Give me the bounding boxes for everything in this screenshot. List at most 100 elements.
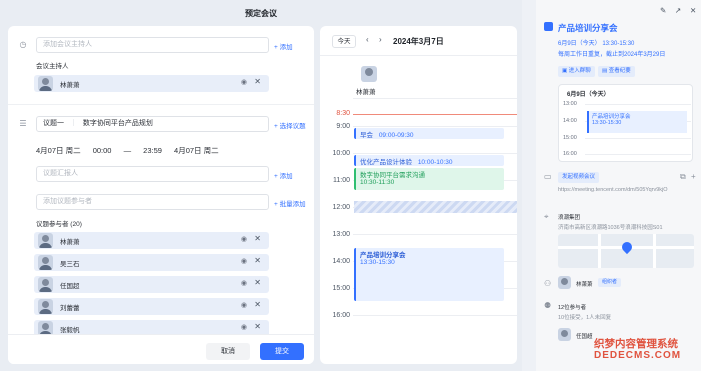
video-icon: ▭: [544, 172, 552, 181]
participant-name: 刘蕾蕾: [60, 305, 80, 312]
hour-label: 12:00: [332, 204, 350, 211]
topic-tag: 议题一: [43, 120, 64, 127]
close-icon[interactable]: ✕: [690, 6, 696, 15]
form-footer: 取消 提交: [8, 334, 314, 364]
remove-icon[interactable]: ✕: [254, 300, 261, 309]
add-host-label: 添加: [279, 44, 293, 51]
organizer-tag: 组织者: [598, 278, 622, 287]
topic-list-icon: ☰: [19, 119, 27, 128]
eye-icon[interactable]: ◉: [241, 235, 247, 243]
join-chat-label: 进入群聊: [568, 68, 591, 74]
participant-input[interactable]: 添加议题参与者: [36, 194, 269, 210]
hour-label: 16:00: [332, 312, 350, 319]
hour-label: 13:00: [332, 231, 350, 238]
eye-icon[interactable]: ◉: [241, 301, 247, 309]
batch-add-link[interactable]: + 批量添加: [274, 198, 306, 208]
reporter-input[interactable]: 议题汇报人: [36, 166, 269, 182]
start-date[interactable]: 4月07日 周二: [36, 146, 81, 155]
avatar: [361, 66, 377, 82]
mini-hour: 16:00: [563, 151, 577, 157]
select-topic-link[interactable]: + 选择议题: [274, 120, 306, 130]
participant-row: 林萧萧 ◉ ✕: [34, 232, 269, 249]
view-minutes-button[interactable]: ▤ 查看纪要: [598, 66, 635, 77]
topic-input[interactable]: 议题一 ｜ 数字协同平台产品规划: [36, 116, 269, 132]
avatar: [558, 328, 571, 341]
mini-event[interactable]: 产品培训分享会 13:30-15:30: [587, 111, 687, 133]
time-dash: —: [123, 146, 132, 155]
edit-icon[interactable]: ✎: [660, 6, 666, 15]
booking-dialog: 预定会议 ◷ 添加会议主持人 + 添加 会议主持人 林萧萧 ◉ ✕ ☰ 议题一 …: [0, 0, 522, 371]
eye-icon[interactable]: ◉: [241, 279, 247, 287]
host-input[interactable]: 添加会议主持人: [36, 37, 269, 53]
submit-button[interactable]: 提交: [260, 343, 304, 360]
batch-add-label: 批量添加: [279, 201, 306, 208]
participant-row: 任国超 ◉ ✕: [34, 276, 269, 293]
remove-icon[interactable]: ✕: [254, 77, 261, 86]
event-time: 13:30-15:30: [360, 259, 395, 266]
participant-name: 林萧萧: [60, 239, 80, 246]
calendar-toolbar: 今天 ‹ › 2024年3月7日: [320, 26, 517, 56]
clock-icon: ◷: [19, 40, 27, 49]
location-map[interactable]: [558, 234, 694, 268]
calendar-person: 林萧萧: [356, 89, 376, 96]
eye-icon[interactable]: ◉: [241, 323, 247, 331]
eye-icon[interactable]: ◉: [241, 78, 247, 86]
user-icon: ⚇: [544, 279, 552, 288]
avatar: [558, 276, 571, 289]
remove-icon[interactable]: ✕: [254, 256, 261, 265]
start-time[interactable]: 00:00: [93, 146, 112, 155]
hour-label: 9:00: [336, 123, 350, 130]
calendar-event[interactable]: 数字协同平台需求沟通 10:30-11:30: [354, 168, 504, 190]
avatar: [38, 299, 53, 314]
mini-header: 6月9日（今天）: [567, 92, 610, 98]
day-calendar: 今天 ‹ › 2024年3月7日 林萧萧 8:30 9:00 10:00 11:…: [320, 26, 517, 364]
selected-slot[interactable]: [354, 201, 517, 213]
host-section-label: 会议主持人: [36, 63, 69, 70]
grid-line: [585, 104, 691, 105]
hour-label: 11:00: [333, 177, 350, 184]
copy-icon[interactable]: ⧉: [680, 172, 686, 182]
location-address: 济南市高新区浪潮路1036号浪潮科技园S01: [558, 225, 663, 231]
cancel-button[interactable]: 取消: [206, 343, 250, 360]
prev-day-icon[interactable]: ‹: [366, 35, 369, 44]
host-name: 林萧萧: [60, 82, 80, 89]
now-line: [353, 114, 517, 115]
users-icon: ⚉: [544, 301, 552, 310]
meeting-url[interactable]: https://meeting.tencent.com/dm/505Yqrv9k…: [558, 187, 678, 193]
remove-icon[interactable]: ✕: [254, 234, 261, 243]
next-day-icon[interactable]: ›: [379, 35, 382, 44]
calendar-event[interactable]: 早会 09:00-09:30: [354, 128, 504, 139]
calendar-event[interactable]: 产品培训分享会 13:30-15:30: [354, 248, 504, 301]
mini-hour: 14:00: [563, 118, 577, 124]
end-time[interactable]: 23:59: [143, 146, 162, 155]
event-detail-panel: ✎ ↗ ✕ 产品培训分享会 6月9日（今天） 13:30-15:30 每周工作日…: [536, 0, 701, 371]
share-icon[interactable]: ↗: [675, 6, 681, 15]
time-range[interactable]: 4月07日 周二 00:00 — 23:59 4月07日 周二: [36, 145, 219, 156]
join-chat-button[interactable]: ▣ 进入群聊: [558, 66, 595, 77]
avatar: [38, 255, 53, 270]
remove-icon[interactable]: ✕: [254, 322, 261, 331]
start-meeting-button[interactable]: 发起视频会议: [558, 172, 600, 183]
add-host-link[interactable]: + 添加: [274, 41, 293, 51]
add-reporter-link[interactable]: + 添加: [274, 170, 293, 180]
mini-event-title: 产品培训分享会: [592, 114, 631, 120]
location-icon: ⌖: [544, 212, 549, 221]
select-topic-label: 选择议题: [279, 123, 306, 130]
end-date[interactable]: 4月07日 周二: [174, 146, 219, 155]
grid-line: [353, 153, 517, 154]
divider: [8, 104, 314, 105]
participant-name: 吴三石: [60, 261, 80, 268]
participant-name: 任国超: [60, 283, 80, 290]
now-time: 8:30: [336, 110, 350, 117]
mini-event-time: 13:30-15:30: [592, 120, 622, 126]
map-road: [653, 234, 656, 268]
remove-icon[interactable]: ✕: [254, 278, 261, 287]
today-button[interactable]: 今天: [332, 35, 356, 48]
calendar-event[interactable]: 优化产品设计体验 10:00-10:30: [354, 155, 504, 166]
participant-row: 刘蕾蕾 ◉ ✕: [34, 298, 269, 315]
participant-name: 张毅帆: [60, 327, 80, 334]
add-icon[interactable]: +: [691, 172, 696, 181]
event-title: 产品培训分享会: [558, 23, 618, 33]
hour-label: 10:00: [332, 150, 350, 157]
eye-icon[interactable]: ◉: [241, 257, 247, 265]
